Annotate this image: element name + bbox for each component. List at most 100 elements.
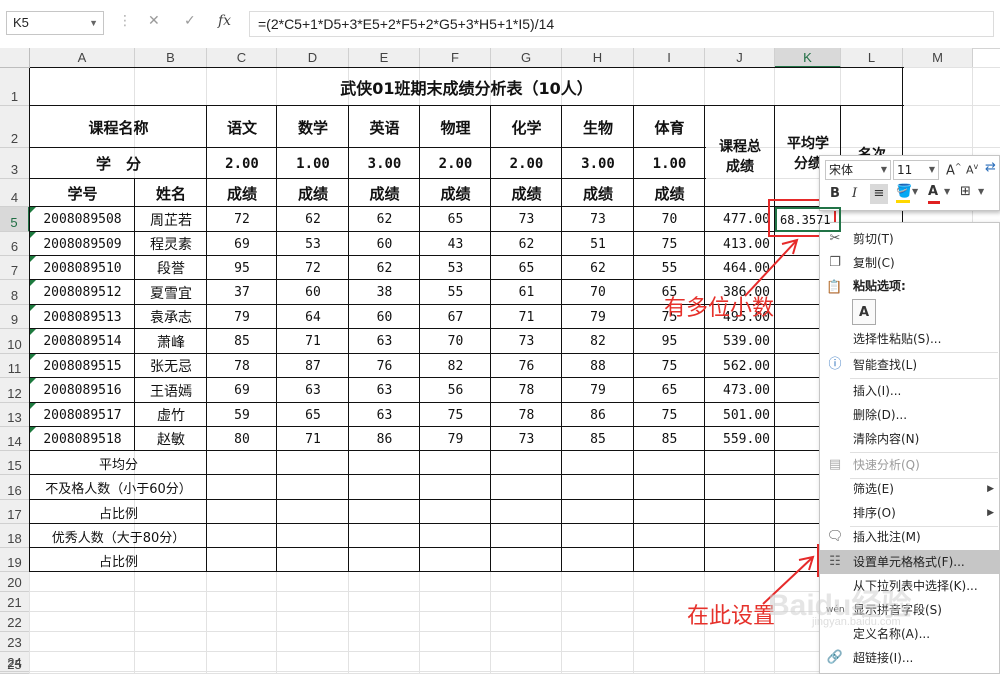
total-score[interactable]: 501.00 — [705, 403, 775, 427]
score-cell[interactable]: 73 — [491, 427, 562, 451]
student-id[interactable]: 2008089518 — [30, 427, 135, 451]
score-cell[interactable]: 78 — [207, 354, 277, 378]
font-size-box[interactable]: 11 ▼ — [893, 160, 939, 180]
score-cell[interactable]: 62 — [277, 207, 349, 232]
score-cell[interactable]: 38 — [349, 280, 420, 305]
column-header-e[interactable]: E — [349, 48, 420, 68]
score-cell[interactable]: 51 — [562, 232, 634, 256]
avg-credit-score[interactable]: 68.3571 — [775, 207, 841, 232]
subject-credit[interactable]: 1.00 — [634, 148, 705, 179]
score-cell[interactable]: 69 — [207, 378, 277, 403]
score-cell[interactable]: 73 — [491, 329, 562, 354]
score-header[interactable]: 成绩 — [420, 179, 491, 207]
paste-icon[interactable]: A — [852, 299, 876, 325]
row-header-20[interactable]: 20 — [0, 572, 30, 592]
row-header-18[interactable]: 18 — [0, 524, 30, 548]
select-all-corner[interactable] — [0, 48, 30, 68]
score-cell[interactable]: 79 — [562, 305, 634, 329]
subject-header[interactable]: 数学 — [277, 106, 349, 148]
row-header-16[interactable]: 16 — [0, 475, 30, 500]
summary-row-label[interactable]: 占比例 — [30, 548, 207, 572]
total-score[interactable]: 559.00 — [705, 427, 775, 451]
summary-row-label[interactable]: 平均分 — [30, 451, 207, 475]
score-cell[interactable]: 95 — [634, 329, 705, 354]
student-id[interactable]: 2008089516 — [30, 378, 135, 403]
score-cell[interactable]: 71 — [491, 305, 562, 329]
subject-credit[interactable]: 2.00 — [420, 148, 491, 179]
score-header[interactable]: 成绩 — [634, 179, 705, 207]
score-cell[interactable]: 65 — [420, 207, 491, 232]
score-cell[interactable]: 78 — [491, 403, 562, 427]
menu-item-filter[interactable]: 筛选(E) ▶ — [820, 477, 999, 501]
student-id[interactable]: 2008089509 — [30, 232, 135, 256]
score-cell[interactable]: 43 — [420, 232, 491, 256]
student-name[interactable]: 张无忌 — [135, 354, 207, 378]
row-header-23[interactable]: 23 — [0, 632, 30, 652]
menu-item-insert[interactable]: 插入(I)... — [820, 379, 999, 403]
score-cell[interactable]: 76 — [491, 354, 562, 378]
column-header-a[interactable]: A — [30, 48, 135, 68]
menu-item-paste-special[interactable]: 选择性粘贴(S)... — [820, 327, 999, 351]
score-cell[interactable]: 72 — [277, 256, 349, 280]
total-score[interactable]: 477.00 — [705, 207, 775, 232]
student-name[interactable]: 程灵素 — [135, 232, 207, 256]
row-header-21[interactable]: 21 — [0, 592, 30, 612]
score-cell[interactable]: 76 — [349, 354, 420, 378]
score-cell[interactable]: 85 — [207, 329, 277, 354]
menu-item-format-cells[interactable]: ☷ 设置单元格格式(F)... — [820, 550, 999, 574]
score-cell[interactable]: 61 — [491, 280, 562, 305]
subject-header[interactable]: 化学 — [491, 106, 562, 148]
student-name[interactable]: 王语嫣 — [135, 378, 207, 403]
student-id[interactable]: 2008089514 — [30, 329, 135, 354]
student-id[interactable]: 2008089510 — [30, 256, 135, 280]
summary-row-label[interactable]: 不及格人数（小于60分） — [30, 475, 207, 500]
row-header-19[interactable]: 19 — [0, 548, 30, 572]
cancel-icon[interactable]: ✕ — [148, 13, 160, 29]
subject-header[interactable]: 物理 — [420, 106, 491, 148]
align-center-icon[interactable]: ≡ — [870, 184, 888, 204]
column-header-k[interactable]: K — [775, 48, 841, 68]
column-header-i[interactable]: I — [634, 48, 705, 68]
score-header[interactable]: 成绩 — [277, 179, 349, 207]
chevron-down-icon[interactable]: ▼ — [978, 187, 984, 196]
score-cell[interactable]: 63 — [349, 378, 420, 403]
row-header-6[interactable]: 6 — [0, 232, 30, 256]
score-cell[interactable]: 80 — [207, 427, 277, 451]
row-header-15[interactable]: 15 — [0, 451, 30, 475]
summary-row-label[interactable]: 优秀人数（大于80分） — [30, 524, 207, 548]
score-cell[interactable]: 73 — [491, 207, 562, 232]
menu-item-clear[interactable]: 清除内容(N) — [820, 427, 999, 451]
column-header-f[interactable]: F — [420, 48, 491, 68]
column-header-c[interactable]: C — [207, 48, 277, 68]
row-header-2[interactable]: 2 — [0, 106, 30, 148]
score-cell[interactable]: 75 — [634, 403, 705, 427]
total-score[interactable]: 473.00 — [705, 378, 775, 403]
score-cell[interactable]: 71 — [277, 329, 349, 354]
score-header[interactable]: 成绩 — [491, 179, 562, 207]
subject-credit[interactable]: 2.00 — [491, 148, 562, 179]
menu-item-copy[interactable]: ❐ 复制(C) — [820, 251, 999, 275]
score-cell[interactable]: 69 — [207, 232, 277, 256]
score-cell[interactable]: 67 — [420, 305, 491, 329]
menu-item-insert-comment[interactable]: 🗨 插入批注(M) — [820, 525, 999, 549]
row-header-5[interactable]: 5 — [0, 207, 30, 232]
student-id[interactable]: 2008089513 — [30, 305, 135, 329]
column-header-b[interactable]: B — [135, 48, 207, 68]
score-cell[interactable]: 88 — [562, 354, 634, 378]
formula-input[interactable]: =(2*C5+1*D5+3*E5+2*F5+2*G5+3*H5+1*I5)/14 — [249, 11, 994, 37]
score-cell[interactable]: 53 — [277, 232, 349, 256]
score-cell[interactable]: 63 — [349, 403, 420, 427]
score-cell[interactable]: 37 — [207, 280, 277, 305]
student-id[interactable]: 2008089512 — [30, 280, 135, 305]
score-cell[interactable]: 63 — [277, 378, 349, 403]
name-box[interactable]: K5 ▼ — [6, 11, 104, 35]
student-name-header[interactable]: 姓名 — [135, 179, 207, 207]
format-icon[interactable]: ⇄ — [985, 160, 996, 175]
score-cell[interactable]: 73 — [562, 207, 634, 232]
sheet-title[interactable]: 武侠01班期末成绩分析表（10人） — [30, 68, 903, 106]
student-name[interactable]: 段誉 — [135, 256, 207, 280]
row-header-13[interactable]: 13 — [0, 403, 30, 427]
score-cell[interactable]: 53 — [420, 256, 491, 280]
score-cell[interactable]: 87 — [277, 354, 349, 378]
column-header-h[interactable]: H — [562, 48, 634, 68]
